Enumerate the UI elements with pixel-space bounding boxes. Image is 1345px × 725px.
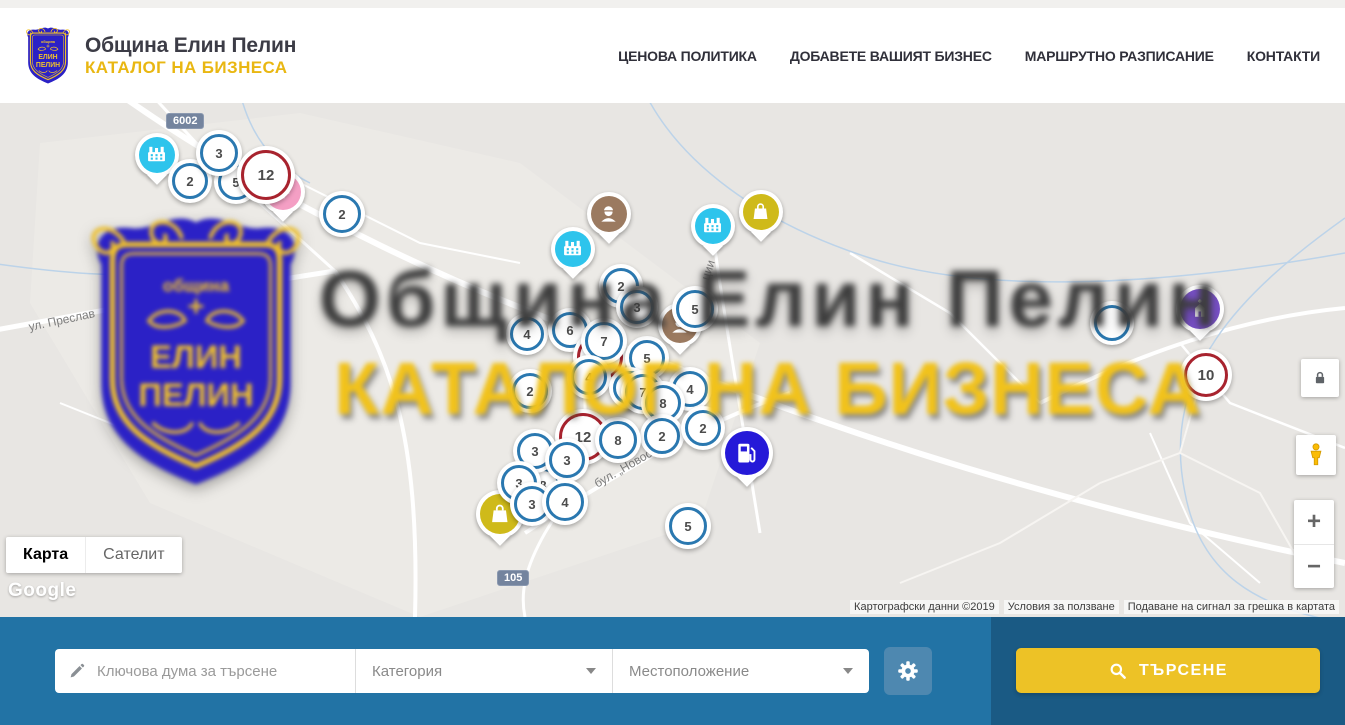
cluster-count: 8 — [659, 396, 666, 411]
chevron-down-icon — [843, 668, 853, 674]
cluster-count: 2 — [699, 421, 706, 436]
cluster-marker[interactable]: 8 — [595, 417, 641, 463]
chevron-down-icon — [586, 668, 596, 674]
pencil-icon — [68, 662, 86, 680]
main-nav: ЦЕНОВА ПОЛИТИКА ДОБАВЕТЕ ВАШИЯТ БИЗНЕС М… — [618, 48, 1320, 64]
search-fields-group: Категория Местоположение — [55, 649, 869, 693]
cluster-marker[interactable]: 3 — [196, 130, 242, 176]
cluster-marker[interactable]: 4 — [542, 479, 588, 525]
cluster-count: 3 — [563, 453, 570, 468]
map-canvas[interactable]: 6002 105 ул. Преслав бул. „Новосел ции 2… — [0, 103, 1345, 617]
cluster-count: 8 — [614, 433, 621, 448]
map-zoom-control: + − — [1294, 500, 1334, 588]
cluster-count: 2 — [338, 207, 345, 222]
cluster-marker[interactable]: 4 — [567, 355, 611, 399]
cluster-marker[interactable]: 5 — [672, 286, 718, 332]
search-button[interactable]: ТЪРСЕНЕ — [1016, 648, 1320, 693]
attribution-report-error-link[interactable]: Подаване на сигнал за грешка в картата — [1124, 600, 1339, 614]
cluster-marker[interactable]: 2 — [640, 414, 684, 458]
svg-text:община: община — [41, 40, 56, 44]
lock-icon — [1311, 369, 1329, 387]
svg-text:ЕЛИН: ЕЛИН — [38, 54, 57, 61]
cluster-count: 4 — [585, 370, 592, 385]
magnifier-icon — [1108, 661, 1128, 681]
map-type-map-button[interactable]: Карта — [6, 537, 85, 573]
cluster-count: 3 — [215, 146, 222, 161]
gear-icon — [895, 658, 921, 684]
site-title-block: Община Елин Пелин КАТАЛОГ НА БИЗНЕСА — [85, 34, 296, 78]
map-lock-button[interactable] — [1301, 359, 1339, 397]
cluster-count: 2 — [658, 429, 665, 444]
map-type-control: Карта Сателит — [6, 537, 182, 573]
keyword-search-input[interactable] — [95, 662, 342, 681]
nav-item-contacts[interactable]: КОНТАКТИ — [1247, 48, 1320, 64]
attribution-copyright: Картографски данни ©2019 — [850, 600, 999, 614]
cluster-count: 5 — [691, 302, 698, 317]
cluster-marker[interactable]: 12 — [237, 146, 295, 204]
cluster-count: 5 — [643, 351, 650, 366]
header: община ЕЛИНПЕЛИН Община Елин Пелин КАТАЛО… — [0, 0, 1345, 103]
keyword-field-wrap — [55, 649, 355, 693]
map-type-satellite-button[interactable]: Сателит — [85, 537, 181, 573]
category-select-value: Категория — [372, 663, 442, 680]
cluster-marker[interactable] — [1090, 301, 1134, 345]
cluster-marker[interactable]: 4 — [506, 313, 548, 355]
google-logo[interactable]: Google — [8, 580, 76, 602]
cluster-marker[interactable]: 3 — [616, 286, 658, 328]
cluster-count: 12 — [258, 167, 275, 184]
attribution-terms-link[interactable]: Условия за ползване — [1004, 600, 1119, 614]
cluster-count: 10 — [1198, 367, 1215, 384]
street-view-pegman-button[interactable] — [1296, 435, 1336, 475]
nav-item-add-business[interactable]: ДОБАВЕТЕ ВАШИЯТ БИЗНЕС — [790, 48, 992, 64]
location-select-value: Местоположение — [629, 663, 749, 680]
cluster-marker[interactable]: 5 — [665, 503, 711, 549]
category-select[interactable]: Категория — [355, 649, 612, 693]
cluster-marker[interactable]: 2 — [319, 191, 365, 237]
site-subtitle: КАТАЛОГ НА БИЗНЕСА — [85, 58, 296, 78]
cluster-count: 2 — [186, 174, 193, 189]
cluster-marker[interactable]: 3 — [545, 438, 589, 482]
search-bar: Категория Местоположение ТЪРСЕНЕ — [0, 617, 1345, 725]
site-title: Община Елин Пелин — [85, 34, 296, 58]
cluster-count: 5 — [684, 519, 691, 534]
svg-text:ПЕЛИН: ПЕЛИН — [36, 62, 60, 69]
cluster-count: 3 — [528, 497, 535, 512]
nav-item-pricing[interactable]: ЦЕНОВА ПОЛИТИКА — [618, 48, 757, 64]
cluster-count: 2 — [526, 384, 533, 399]
search-button-label: ТЪРСЕНЕ — [1139, 662, 1228, 680]
cluster-count: 7 — [600, 334, 607, 349]
cluster-count: 4 — [523, 327, 530, 342]
nav-item-route-schedule[interactable]: МАРШРУТНО РАЗПИСАНИЕ — [1025, 48, 1214, 64]
cluster-ring — [1094, 305, 1130, 341]
zoom-out-button[interactable]: − — [1294, 544, 1334, 588]
cluster-count: 6 — [566, 323, 573, 338]
zoom-in-button[interactable]: + — [1294, 500, 1334, 544]
cluster-marker[interactable]: 2 — [681, 406, 725, 450]
municipality-shield-logo-icon: община ЕЛИНПЕЛИН — [25, 27, 71, 85]
pegman-icon — [1303, 442, 1329, 468]
cluster-count: 3 — [531, 444, 538, 459]
map-attribution: Картографски данни ©2019 Условия за полз… — [850, 600, 1339, 614]
cluster-marker[interactable]: 10 — [1180, 349, 1232, 401]
cluster-count: 4 — [686, 382, 693, 397]
advanced-search-settings-button[interactable] — [884, 647, 932, 695]
cluster-marker[interactable]: 2 — [508, 369, 552, 413]
location-select[interactable]: Местоположение — [612, 649, 869, 693]
cluster-count: 3 — [633, 300, 640, 315]
map-clusters-layer: 25312223546137542274822128833334510 — [0, 103, 1345, 617]
site-logo[interactable]: община ЕЛИНПЕЛИН Община Елин Пелин КАТАЛО… — [25, 27, 296, 85]
cluster-count: 4 — [561, 495, 568, 510]
